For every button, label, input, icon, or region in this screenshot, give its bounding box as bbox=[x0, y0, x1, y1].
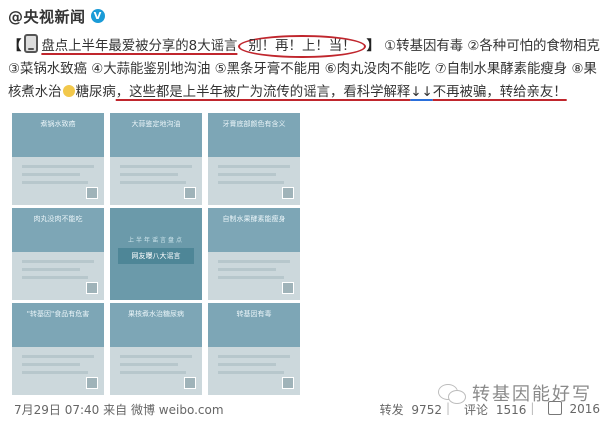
rumor-8b: 核煮水治 bbox=[8, 85, 62, 100]
post-actions: 转发 9752 | 评论 1516 | 2016 bbox=[372, 401, 600, 418]
rumor-7: ⑦自制水果酵素能瘦身 bbox=[434, 62, 568, 77]
tile-title: 果核煮水治糖尿病 bbox=[128, 310, 184, 318]
tile-title: 大蒜鉴定地沟油 bbox=[131, 120, 181, 128]
comment-label: 评论 bbox=[464, 403, 489, 417]
corner-icon bbox=[86, 282, 98, 294]
like-count: 2016 bbox=[569, 402, 600, 416]
tile-title: 牙膏底部颜色有含义 bbox=[222, 120, 286, 128]
tile-title: 煮锅水致癌 bbox=[40, 120, 76, 128]
tile-title: 自制水果酵素能瘦身 bbox=[222, 215, 286, 223]
like-button[interactable]: 2016 bbox=[544, 401, 600, 418]
comment-count: 1516 bbox=[495, 403, 527, 417]
arrows: ↓↓ bbox=[410, 85, 433, 100]
tile-subtitle: 上半年谣言盘点 bbox=[127, 237, 184, 244]
grid-image[interactable]: 肉丸没肉不能吃 bbox=[12, 208, 104, 300]
repost-button[interactable]: 转发 9752 bbox=[376, 401, 442, 418]
grid-image[interactable]: 自制水果酵素能瘦身 bbox=[208, 208, 300, 300]
source-prefix: 来自 bbox=[103, 403, 128, 417]
grid-image[interactable]: "转基因"食品有危害 bbox=[12, 303, 104, 395]
post-ending: 不再被骗，转给亲友！ bbox=[432, 85, 567, 100]
open-bracket: 【 bbox=[8, 39, 22, 54]
post-source[interactable]: 微博 weibo.com bbox=[131, 403, 224, 417]
corner-icon bbox=[86, 377, 98, 389]
grid-image[interactable]: 牙膏底部颜色有含义 bbox=[208, 113, 300, 205]
corner-icon bbox=[282, 377, 294, 389]
post-highlight: 别！再！上！当！ bbox=[238, 35, 366, 58]
corner-icon bbox=[86, 187, 98, 199]
post-conclusion: ，这些都是上半年被广为流传的谣言，看科学解释 bbox=[115, 85, 411, 100]
rumor-4: ④大蒜能鉴别地沟油 bbox=[91, 62, 211, 77]
tile-title: 转基因有毒 bbox=[236, 310, 272, 318]
thumbs-up-icon bbox=[548, 401, 563, 415]
comment-button[interactable]: 评论 1516 bbox=[460, 401, 526, 418]
repost-label: 转发 bbox=[379, 403, 404, 417]
close-bracket: 】 bbox=[366, 39, 380, 54]
tile-title: "转基因"食品有危害 bbox=[26, 310, 90, 318]
rumor-2: ②各种可怕的食物相克 bbox=[467, 39, 600, 54]
phone-emoji-icon bbox=[24, 34, 39, 53]
grid-image[interactable]: 果核煮水治糖尿病 bbox=[110, 303, 202, 395]
repost-count: 9752 bbox=[411, 403, 442, 417]
verified-badge-icon: V bbox=[90, 9, 105, 23]
corner-icon bbox=[184, 187, 196, 199]
grid-image[interactable]: 大蒜鉴定地沟油 bbox=[110, 113, 202, 205]
post-footer: 7月29日 07:40 来自 微博 weibo.com 转发 9752 | 评论… bbox=[8, 399, 608, 419]
corner-icon bbox=[184, 377, 196, 389]
grid-image[interactable]: 转基因有毒 bbox=[208, 303, 300, 395]
corner-icon bbox=[282, 187, 294, 199]
grid-image-center[interactable]: 上半年谣言盘点 网友曝八大谣言 bbox=[110, 208, 202, 300]
corner-icon bbox=[282, 282, 294, 294]
rumor-8c: 糖尿病 bbox=[75, 85, 116, 100]
post-date[interactable]: 7月29日 07:40 bbox=[14, 403, 99, 417]
separator: | bbox=[445, 401, 451, 415]
rumor-8a: ⑧果 bbox=[571, 62, 597, 77]
post-intro: 盘点上半年最爱被分享的8大谣言 bbox=[41, 39, 238, 54]
tile-title: 网友曝八大谣言 bbox=[118, 248, 194, 264]
tile-title: 肉丸没肉不能吃 bbox=[33, 215, 83, 223]
rumor-5: ⑤黑条牙膏不能用 bbox=[214, 62, 321, 77]
rumor-1: ①转基因有毒 bbox=[384, 39, 464, 54]
post-header: @央视新闻 V bbox=[8, 6, 105, 26]
post-text: 【 盘点上半年最爱被分享的8大谣言 别！再！上！当！】 ①转基因有毒 ②各种可怕的食… bbox=[8, 34, 608, 104]
rumor-6: ⑥肉丸没肉不能吃 bbox=[324, 62, 431, 77]
separator: | bbox=[530, 401, 535, 415]
post-meta: 7月29日 07:40 来自 微博 weibo.com bbox=[14, 401, 224, 418]
username-link[interactable]: @央视新闻 bbox=[8, 6, 86, 27]
emoji-icon bbox=[62, 85, 75, 97]
rumor-3: ③菜锅水致癌 bbox=[8, 62, 87, 77]
grid-image[interactable]: 煮锅水致癌 bbox=[12, 113, 104, 205]
